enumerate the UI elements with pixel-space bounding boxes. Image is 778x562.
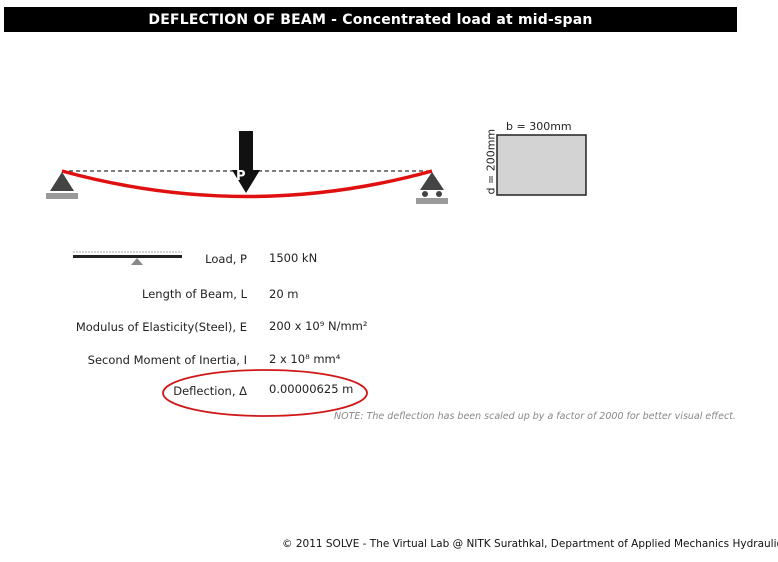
depth-dimension-label: d = 200mm [484, 128, 498, 195]
modulus-value: 200 x 10⁹ N/mm² [269, 319, 368, 333]
width-dimension-label: b = 300mm [506, 120, 572, 133]
modulus-label: Modulus of Elasticity(Steel), E [75, 320, 247, 334]
moment-of-inertia-value: 2 x 10⁸ mm⁴ [269, 352, 341, 366]
footer-credit: © 2011 SOLVE - The Virtual Lab @ NITK Su… [282, 538, 778, 550]
roller-support-right [416, 172, 448, 204]
scale-note: NOTE: The deflection has been scaled up … [334, 411, 736, 422]
beam-diagram [46, 131, 587, 417]
beam-length-value: 20 m [269, 287, 299, 301]
load-value: 1500 kN [269, 251, 318, 265]
pin-support-left [46, 172, 78, 199]
load-label: Load, P [205, 252, 247, 266]
deflection-value: 0.00000625 m [269, 382, 354, 396]
beam-length-label: Length of Beam, L [142, 287, 247, 301]
moment-of-inertia-label: Second Moment of Inertia, I [87, 353, 247, 367]
beam-cross-section [496, 134, 587, 196]
load-marker-label: P [236, 169, 246, 184]
deflection-label: Deflection, Δ [173, 384, 247, 398]
